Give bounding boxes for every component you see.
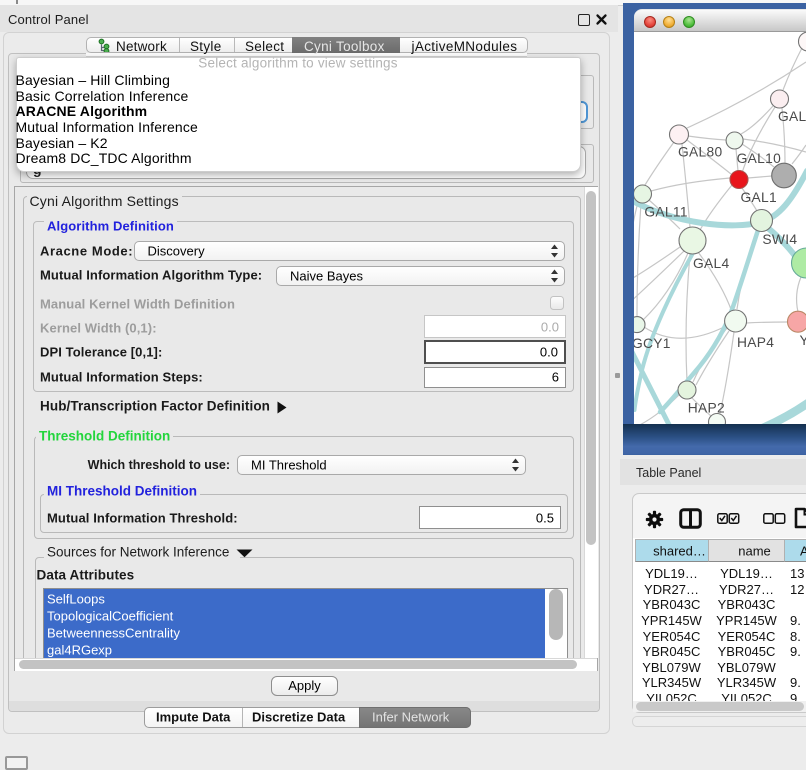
- svg-text:GAL7: GAL7: [778, 109, 806, 124]
- svg-text:GAL1: GAL1: [741, 190, 777, 205]
- svg-text:GAL10: GAL10: [737, 151, 781, 166]
- svg-text:HAP4: HAP4: [737, 335, 774, 350]
- svg-text:HAP2: HAP2: [688, 401, 725, 416]
- svg-text:GCY1: GCY1: [634, 336, 671, 351]
- svg-text:GAL80: GAL80: [678, 145, 722, 160]
- svg-text:SWI4: SWI4: [762, 232, 797, 247]
- svg-text:GAL4: GAL4: [693, 256, 730, 271]
- svg-text:YGL3: YGL3: [800, 333, 806, 348]
- svg-text:GAL11: GAL11: [644, 205, 687, 220]
